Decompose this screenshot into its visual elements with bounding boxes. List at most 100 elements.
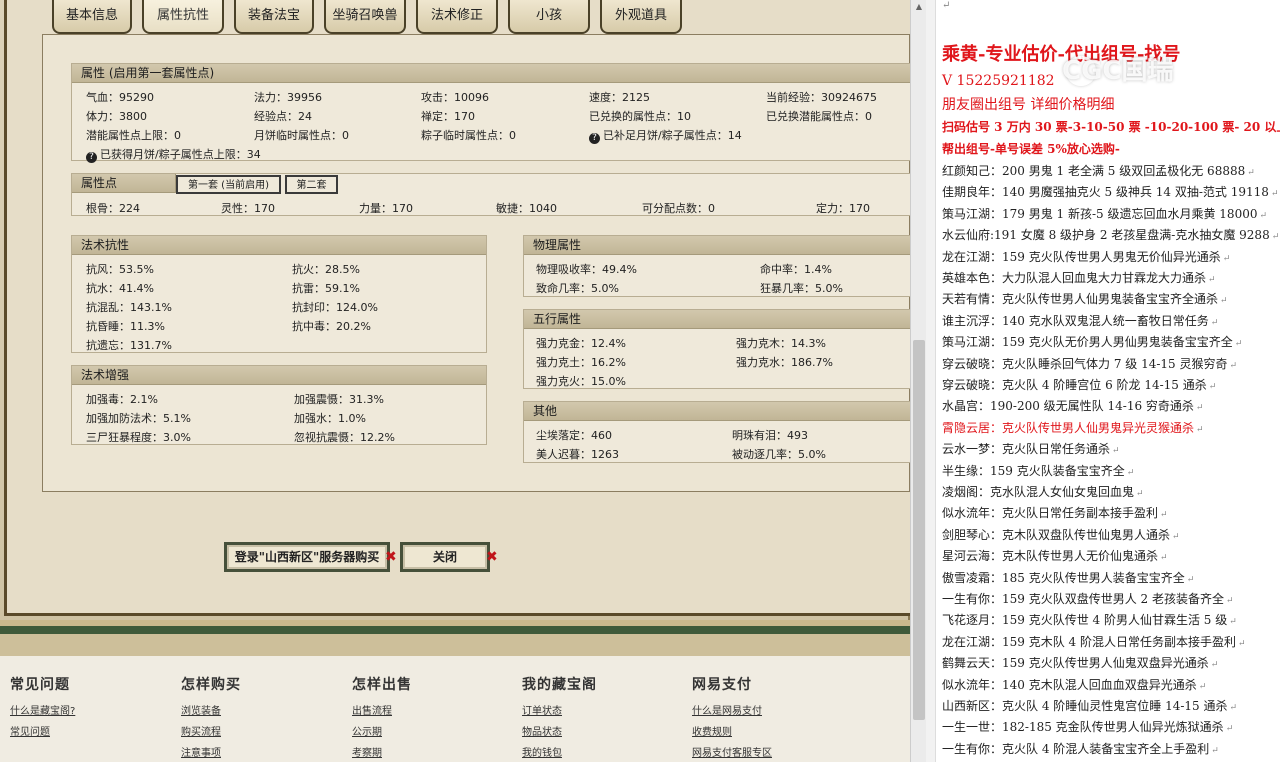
footer-link[interactable]: 什么是网易支付	[692, 701, 772, 722]
footer-link[interactable]: 我的钱包	[522, 743, 597, 762]
footer-col-sell: 怎样出售 出售流程 公示期 考察期	[352, 674, 412, 762]
paragraph-mark: ↵	[1229, 703, 1238, 713]
stat-potential-cap: 潜能属性点上限：0	[86, 129, 181, 142]
scroll-up-icon[interactable]: ▲	[911, 0, 927, 14]
point-strength: 力量：170	[359, 202, 413, 215]
help-icon[interactable]: ?	[589, 133, 600, 144]
physical-section: 物理属性 物理吸收率：49.4% 命中率：1.4% 致命几率：5.0% 狂暴几率…	[523, 235, 910, 297]
listing-line: 凌烟阁：克水队混人女仙女鬼回血鬼 ↵	[942, 483, 1144, 500]
paragraph-mark: ↵	[1229, 360, 1238, 371]
listing-text: 水晶宫：190-200 级无属性队 14-16 穷奇通杀	[942, 399, 1194, 414]
attributes-section: 属性 (启用第一套属性点) 气血：95290 法力：39956 攻击：10096…	[71, 63, 910, 163]
listing-text: 龙在江湖：159 克木队 4 阶混人日常任务副本接手盈利	[942, 634, 1236, 649]
paragraph-mark: ↵	[1270, 189, 1279, 200]
other-section: 其他 尘埃落定：460 明珠有泪：493 美人迟暮：1263 被动逐几率：5.0…	[523, 401, 910, 463]
footer-title: 我的藏宝阁	[522, 677, 597, 693]
footer-link[interactable]: 注意事项	[181, 743, 241, 762]
stat-attack: 攻击：10096	[421, 91, 489, 104]
paragraph-mark: ↵	[1271, 232, 1280, 243]
listing-line: 剑胆琴心：克木队双盘队传世仙鬼男人通杀 ↵	[942, 526, 1180, 543]
help-icon[interactable]: ?	[86, 152, 97, 163]
close-button[interactable]: 关闭	[400, 542, 490, 572]
scroll-thumb[interactable]	[913, 340, 925, 720]
other-dust: 尘埃落定：460	[536, 429, 612, 442]
footer-link[interactable]: 考察期	[352, 743, 412, 762]
login-server-buy-button[interactable]: 登录"山西新区"服务器购买	[224, 542, 390, 572]
footer-link[interactable]: 公示期	[352, 722, 412, 743]
doc-subtitle: 朋友圈出组号 详细价格明细	[942, 97, 1115, 113]
footer-col-pay: 网易支付 什么是网易支付 收费规则 网易支付客服专区	[692, 674, 772, 762]
decorative-band	[0, 620, 910, 656]
paragraph-mark: ↵	[1198, 681, 1207, 692]
paragraph-mark: ↵	[1196, 424, 1204, 435]
doc-notice: 帮出组号-单号误差 5%放心选购-	[942, 142, 1120, 156]
listing-line: 半生缘：159 克火队装备宝宝齐全 ↵	[942, 462, 1134, 479]
point-constitution: 根骨：224	[86, 202, 140, 215]
resist-chaos: 抗混乱：143.1%	[86, 301, 172, 314]
other-pearl: 明珠有泪：493	[732, 429, 808, 442]
listing-line: 龙在江湖：159 克木队 4 阶混人日常任务副本接手盈利 ↵	[942, 633, 1246, 650]
footer-col-my: 我的藏宝阁 订单状态 物品状态 我的钱包	[522, 674, 597, 762]
footer-link[interactable]: 出售流程	[352, 701, 412, 722]
footer-link[interactable]: 什么是藏宝阁?	[10, 701, 75, 722]
tab-basic-info[interactable]: 基本信息	[52, 0, 132, 34]
subtab-second-set[interactable]: 第二套	[285, 175, 338, 194]
listing-text: 佳期良年：140 男魔强抽克火 5 级神兵 14 双抽-范式 19118	[942, 185, 1269, 200]
watermark: CGC国瑞	[1062, 56, 1174, 86]
listing-line: 一生一世：182-185 克金队传世男人仙异光炼狱通杀 ↵	[942, 718, 1233, 735]
listing-line: 星河云海：克木队传世男人无价仙鬼通杀 ↵	[942, 547, 1168, 564]
listing-line: 佳期良年：140 男魔强抽克火 5 级神兵 14 双抽-范式 19118 ↵	[942, 183, 1278, 200]
stat-current-exp: 当前经验：30924675	[766, 91, 877, 104]
listing-line: 策马江湖：179 男鬼 1 新孩-5 级遗忘回血水月乘黄 18000 ↵	[942, 205, 1267, 222]
paragraph-mark: ↵	[1225, 724, 1234, 735]
footer-link[interactable]: 订单状态	[522, 701, 597, 722]
listing-line: 谁主沉浮：140 克水队双鬼混人统一畜牧日常任务 ↵	[942, 312, 1218, 329]
footer-link[interactable]: 购买流程	[181, 722, 241, 743]
point-agility: 敏捷：1040	[496, 202, 557, 215]
listing-text: 天若有情：克火队传世男人仙男鬼装备宝宝齐全通杀	[942, 292, 1219, 307]
page-scrollbar[interactable]: ▲	[910, 0, 926, 762]
footer-title: 怎样购买	[181, 677, 241, 693]
footer-link[interactable]: 网易支付客服专区	[692, 743, 772, 762]
listing-line: 策马江湖：159 克火队无价男人男仙男鬼装备宝宝齐全 ↵	[942, 333, 1242, 350]
magic-resist-section: 法术抗性 抗风：53.5% 抗火：28.5% 抗水：41.4% 抗雷：59.1%…	[71, 235, 487, 353]
listing-line: 水云仙府:191 女魔 8 级护身 2 老孩星盘满-克水抽女魔 9288 ↵	[942, 226, 1279, 243]
tab-appearance[interactable]: 外观道具	[600, 0, 682, 34]
close-x-icon: ✖	[385, 549, 397, 565]
element-water: 强力克水：186.7%	[736, 356, 833, 369]
site-footer: 常见问题 什么是藏宝阁? 常见问题 怎样购买 浏览装备 购买流程 注意事项 怎样…	[0, 656, 910, 762]
element-metal: 强力克金：12.4%	[536, 337, 626, 350]
listing-line: 山西新区：克火队 4 阶睡仙灵性鬼宫位睡 14-15 通杀 ↵	[942, 697, 1237, 714]
paragraph-mark: ↵	[1195, 403, 1204, 414]
footer-link[interactable]: 常见问题	[10, 722, 75, 743]
footer-link[interactable]: 浏览装备	[181, 701, 241, 722]
stat-meditation: 禅定：170	[421, 110, 475, 123]
resist-wind: 抗风：53.5%	[86, 263, 154, 276]
resist-fire: 抗火：28.5%	[292, 263, 360, 276]
footer-link[interactable]: 物品状态	[522, 722, 597, 743]
listing-line: 一生有你：克火队 4 阶混人装备宝宝齐全上手盈利 ↵	[942, 740, 1219, 757]
paragraph-mark: ↵	[1225, 596, 1234, 606]
footer-link[interactable]: 收费规则	[692, 722, 772, 743]
point-willpower: 定力：170	[816, 202, 870, 215]
stat-obtained-cap: ? 已获得月饼/粽子属性点上限：34	[86, 146, 261, 163]
tab-equipment[interactable]: 装备法宝	[234, 0, 314, 34]
stat-hp: 气血：95290	[86, 91, 154, 104]
listing-text: 一生有你：159 克火队双盘传世男人 2 老孩装备齐全	[942, 592, 1224, 606]
listing-text: 山西新区：克火队 4 阶睡仙灵性鬼宫位睡 14-15 通杀	[942, 699, 1228, 713]
resist-seal: 抗封印：124.0%	[292, 301, 378, 314]
tab-spell-correction[interactable]: 法术修正	[416, 0, 498, 34]
stat-mooncake-temp: 月饼临时属性点：0	[254, 129, 349, 142]
tab-children[interactable]: 小孩	[508, 0, 590, 34]
listing-line: 英雄本色：大力队混人回血鬼大力甘霖龙大力通杀 ↵	[942, 269, 1216, 286]
stat-filled-points: ? 已补足月饼/粽子属性点：14	[589, 127, 742, 144]
other-header: 其他	[524, 402, 910, 421]
tab-attributes[interactable]: 属性抗性	[142, 0, 224, 34]
five-elements-header: 五行属性	[524, 310, 910, 329]
listing-text: 霄隐云居：克火队传世男人仙男鬼异光灵猴通杀	[942, 420, 1195, 435]
subtab-first-set[interactable]: 第一套 (当前启用)	[176, 175, 281, 194]
boost-poison: 加强毒：2.1%	[86, 393, 158, 406]
tab-mounts-summons[interactable]: 坐骑召唤兽	[324, 0, 406, 34]
notes-document: ↵ 乘黄-专业估价-代出组号-找号 V 15225921182 CGC国瑞 朋友…	[926, 0, 1280, 762]
listing-text: 似水流年：140 克木队混人回血血双盘异光通杀	[942, 677, 1197, 692]
